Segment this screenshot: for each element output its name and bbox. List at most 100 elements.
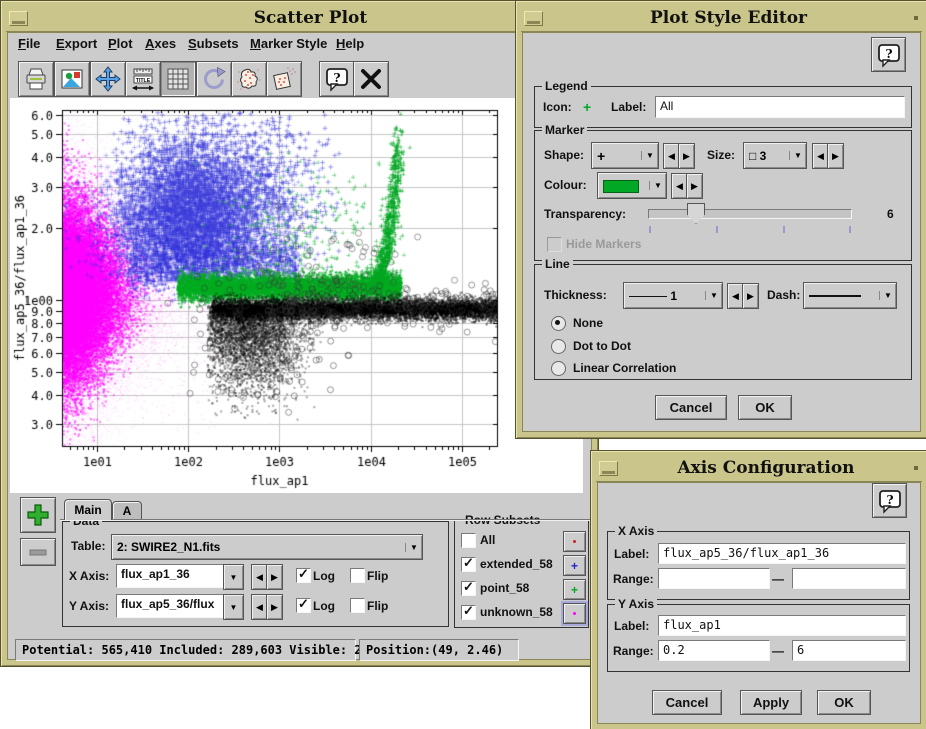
line-none-radio[interactable] [551,316,566,331]
x-flip-label: Flip [367,569,388,583]
close-icon [358,66,384,92]
x-label-field[interactable]: flux_ap5_36/flux_ap1_36 [658,543,906,564]
plot-panel[interactable] [10,98,583,493]
axes-title-icon: TITLE [130,66,156,92]
shape-combo[interactable]: + ▼ [591,142,659,169]
style-editor-titlebar[interactable]: Plot Style Editor [521,5,922,32]
help-icon: ? [324,66,350,92]
help-icon: ? [876,42,902,68]
scatter-titlebar[interactable]: Scatter Plot [6,5,593,32]
tab-a[interactable]: A [112,501,142,520]
help-button[interactable]: ? [872,483,907,518]
apply-button[interactable]: Apply [740,690,802,715]
x-range-max-field[interactable] [792,568,906,589]
subset-unknown-checkbox[interactable] [461,605,476,620]
subset-point-style-button[interactable]: + [563,579,586,600]
help-button[interactable]: ? [871,37,906,72]
table-combo[interactable]: 2: SWIRE2_N1.fits ▼ [111,534,423,560]
colour-combo[interactable]: ▼ [597,172,667,199]
thickness-next-button[interactable]: ▶ [742,283,759,309]
line-dot-to-dot-label: Dot to Dot [573,339,631,353]
svg-text:TITLE: TITLE [136,78,151,84]
tab-main-label: Main [74,503,101,517]
x-axis-dropdown-button[interactable]: ▼ [223,564,244,590]
x-axis-field[interactable]: flux_ap1_36 [116,564,225,588]
add-dataset-button[interactable] [20,497,56,533]
scatter-plot-window: Scatter Plot File Export Plot Axes Subse… [0,0,599,667]
replot-button[interactable] [196,61,232,97]
region-subset-icon [271,66,297,92]
ok-button[interactable]: OK [817,690,871,715]
shape-next-button[interactable]: ▶ [678,143,695,169]
transparency-value: 6 [887,207,894,221]
subset-unknown-style-button[interactable] [563,603,586,624]
tab-main[interactable]: Main [64,499,112,520]
y-range-min-field[interactable]: 0.2 [658,640,770,661]
axis-config-titlebar[interactable]: Axis Configuration [596,455,922,482]
menu-file[interactable]: File [18,36,40,51]
y-flip-label: Flip [367,599,388,613]
menu-export[interactable]: Export [56,36,97,51]
region-subset-button[interactable] [266,61,302,97]
scatter-plot-canvas[interactable] [10,98,583,493]
thickness-combo[interactable]: 1 ▼ [623,282,723,309]
help-button[interactable]: ? [319,61,355,97]
legend-group: Legend Icon: + Label: All [534,86,912,128]
menu-marker-style[interactable]: Marker Style [250,36,327,51]
grid-toggle-button[interactable] [160,61,196,97]
status-position-text: Position:(49, 2.46) [366,643,503,657]
dash-combo[interactable]: ▼ [803,282,897,309]
y-label-field[interactable]: flux_ap1 [658,615,906,636]
x-log-checkbox[interactable] [296,568,311,583]
x-axis-next-button[interactable]: ▶ [266,564,283,590]
legend-group-title: Legend [542,79,591,93]
line-linear-correlation-radio[interactable] [551,361,566,376]
x-flip-checkbox[interactable] [350,568,365,583]
shape-combo-value: + [592,148,641,164]
subset-all-checkbox[interactable] [461,533,476,548]
rescale-button[interactable] [90,61,126,97]
y-axis-next-button[interactable]: ▶ [266,594,283,620]
size-next-button[interactable]: ▶ [827,143,844,169]
size-combo[interactable]: □ 3 ▼ [743,142,807,169]
y-axis-field[interactable]: flux_ap5_36/flux [116,594,225,618]
remove-dataset-button[interactable] [20,538,56,566]
legend-label-field[interactable]: All [655,96,905,118]
subset-extended-checkbox[interactable] [461,557,476,572]
minimize-button[interactable] [524,11,543,26]
hide-markers-checkbox[interactable] [547,237,562,252]
line-dot-to-dot-radio[interactable] [551,339,566,354]
line-linear-correlation-label: Linear Correlation [573,361,676,375]
close-button[interactable] [353,61,389,97]
export-image-button[interactable] [54,61,90,97]
svg-text:?: ? [333,71,340,85]
menu-help[interactable]: Help [336,36,364,51]
subset-all-label: All [480,533,495,547]
transparency-slider-track[interactable] [648,209,852,219]
axes-title-edit-button[interactable]: TITLE [125,61,161,97]
subset-point-checkbox[interactable] [461,581,476,596]
y-axis-dropdown-button[interactable]: ▼ [223,594,244,620]
y-range-max-field[interactable]: 6 [792,640,906,661]
x-range-min-field[interactable] [658,568,770,589]
ok-button[interactable]: OK [738,395,792,420]
print-button[interactable] [18,61,54,97]
y-flip-checkbox[interactable] [350,598,365,613]
y-log-checkbox[interactable] [296,598,311,613]
subset-extended-style-button[interactable]: + [563,555,586,576]
minimize-button[interactable] [599,461,618,476]
minimize-button[interactable] [9,11,28,26]
slider-tick [849,226,851,233]
cancel-button[interactable]: Cancel [655,395,727,420]
blob-subset-button[interactable] [231,61,267,97]
colour-next-button[interactable]: ▶ [686,173,703,199]
subset-all-style-button[interactable] [563,531,586,552]
menu-plot[interactable]: Plot [108,36,133,51]
transparency-slider-thumb[interactable] [687,203,705,224]
cancel-button[interactable]: Cancel [652,690,722,715]
x-log-label: Log [313,569,335,583]
menu-subsets[interactable]: Subsets [188,36,239,51]
menu-axes[interactable]: Axes [145,36,176,51]
ok-button-label: OK [755,400,775,415]
size-square-icon: □ [749,149,756,163]
